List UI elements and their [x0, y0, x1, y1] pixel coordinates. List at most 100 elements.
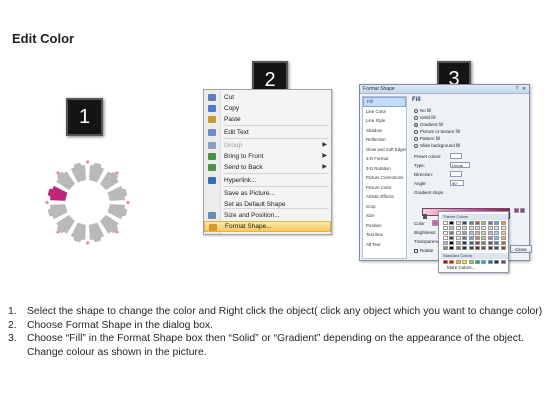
type-select[interactable]: Linear: [450, 162, 470, 168]
selection-handle[interactable]: [126, 200, 130, 205]
color-swatch[interactable]: [500, 236, 506, 240]
category-picture-corrections[interactable]: Picture Corrections: [363, 173, 406, 183]
color-swatch[interactable]: [481, 246, 487, 250]
selection-handle[interactable]: [85, 241, 90, 245]
color-swatch[interactable]: [449, 246, 455, 250]
close-icon[interactable]: ✕: [521, 86, 527, 92]
category-size[interactable]: Size: [363, 211, 406, 221]
gradient-stop-handle[interactable]: [423, 214, 427, 219]
color-swatch[interactable]: [455, 221, 461, 225]
close-button[interactable]: Close: [510, 245, 532, 253]
standard-color-swatch[interactable]: [455, 260, 461, 264]
color-swatch[interactable]: [449, 226, 455, 230]
color-swatch[interactable]: [462, 221, 468, 225]
fill-option-picture-or-texture-fill[interactable]: Picture or texture fill: [414, 129, 460, 134]
color-swatch[interactable]: [500, 226, 506, 230]
rotate-checkbox[interactable]: [414, 248, 418, 253]
add-stop-button[interactable]: [514, 208, 519, 213]
color-swatch[interactable]: [481, 231, 487, 235]
menu-item-size-and-position[interactable]: Size and Position...: [204, 210, 331, 221]
fill-option-slide-background-fill[interactable]: Slide background fill: [414, 143, 460, 148]
color-swatch[interactable]: [468, 241, 474, 245]
category-line-color[interactable]: Line Color: [363, 107, 406, 117]
category-artistic-effects[interactable]: Artistic Effects: [363, 192, 406, 202]
color-swatch[interactable]: [494, 221, 500, 225]
selection-handle[interactable]: [115, 230, 119, 234]
more-colors-option[interactable]: More Colors...: [447, 265, 475, 270]
radio-button[interactable]: [414, 115, 418, 120]
menu-item-hyperlink[interactable]: Hyperlink...: [204, 175, 331, 186]
color-swatch[interactable]: [494, 246, 500, 250]
color-swatch[interactable]: [443, 231, 448, 235]
color-swatch[interactable]: [475, 236, 480, 240]
color-swatch[interactable]: [475, 231, 480, 235]
standard-color-swatch[interactable]: [475, 260, 480, 264]
color-swatch[interactable]: [481, 241, 487, 245]
color-swatch[interactable]: [462, 241, 468, 245]
standard-color-swatch[interactable]: [481, 260, 487, 264]
color-swatch[interactable]: [494, 241, 500, 245]
direction-dropdown[interactable]: [450, 171, 462, 177]
menu-item-group[interactable]: Group ▶: [204, 140, 331, 151]
category-text-box[interactable]: Text Box: [363, 230, 406, 240]
fill-option-pattern-fill[interactable]: Pattern fill: [414, 136, 440, 141]
color-swatch[interactable]: [455, 246, 461, 250]
color-swatch[interactable]: [500, 221, 506, 225]
standard-color-swatch[interactable]: [468, 260, 474, 264]
remove-stop-button[interactable]: [520, 208, 525, 213]
color-swatch[interactable]: [449, 236, 455, 240]
category-picture-color[interactable]: Picture Color: [363, 183, 406, 193]
color-swatch[interactable]: [468, 231, 474, 235]
standard-color-swatch[interactable]: [487, 260, 493, 264]
standard-color-swatch[interactable]: [443, 260, 448, 264]
fill-option-gradient-fill[interactable]: Gradient fill: [414, 122, 443, 127]
color-swatch[interactable]: [475, 221, 480, 225]
selection-handle[interactable]: [85, 160, 90, 164]
color-swatch[interactable]: [468, 246, 474, 250]
color-swatch[interactable]: [462, 236, 468, 240]
color-swatch[interactable]: [481, 226, 487, 230]
color-swatch[interactable]: [443, 246, 448, 250]
color-swatch[interactable]: [487, 226, 493, 230]
category-glow-and-soft-edges[interactable]: Glow and Soft Edges: [363, 145, 406, 155]
radio-button[interactable]: [414, 122, 418, 127]
color-swatch[interactable]: [443, 236, 448, 240]
color-swatch[interactable]: [462, 246, 468, 250]
radio-button[interactable]: [414, 136, 418, 141]
selection-handle[interactable]: [56, 171, 60, 175]
color-swatch[interactable]: [455, 231, 461, 235]
rotate-checkbox-label[interactable]: Rotate: [414, 248, 433, 253]
color-swatch[interactable]: [487, 241, 493, 245]
color-swatch[interactable]: [481, 221, 487, 225]
preset-colors-dropdown[interactable]: [450, 153, 462, 159]
category-crop[interactable]: Crop: [363, 202, 406, 212]
color-swatch[interactable]: [500, 246, 506, 250]
menu-item-copy[interactable]: Copy: [204, 103, 331, 114]
category-reflection[interactable]: Reflection: [363, 135, 406, 145]
color-swatch[interactable]: [475, 246, 480, 250]
color-swatch[interactable]: [443, 241, 448, 245]
color-swatch[interactable]: [487, 236, 493, 240]
color-swatch[interactable]: [468, 221, 474, 225]
color-swatch[interactable]: [449, 231, 455, 235]
menu-item-paste[interactable]: Paste: [204, 114, 331, 125]
radio-button[interactable]: [414, 108, 418, 113]
category-alt-text[interactable]: Alt Text: [363, 240, 406, 250]
color-swatch[interactable]: [468, 226, 474, 230]
color-swatch[interactable]: [462, 231, 468, 235]
standard-color-swatch[interactable]: [462, 260, 468, 264]
standard-color-swatch[interactable]: [494, 260, 500, 264]
menu-item-format-shape[interactable]: Format Shape...: [204, 221, 331, 232]
color-swatch[interactable]: [443, 221, 448, 225]
standard-color-swatch[interactable]: [449, 260, 455, 264]
help-icon[interactable]: ?: [514, 86, 520, 92]
category-fill[interactable]: Fill: [363, 97, 406, 107]
color-swatch[interactable]: [449, 221, 455, 225]
color-swatch[interactable]: [494, 236, 500, 240]
color-swatch[interactable]: [494, 231, 500, 235]
category-line-style[interactable]: Line Style: [363, 116, 406, 126]
color-swatch[interactable]: [487, 221, 493, 225]
radio-button[interactable]: [414, 129, 418, 134]
fill-option-solid-fill[interactable]: Solid fill: [414, 115, 436, 120]
angle-input[interactable]: 90°: [450, 180, 464, 186]
